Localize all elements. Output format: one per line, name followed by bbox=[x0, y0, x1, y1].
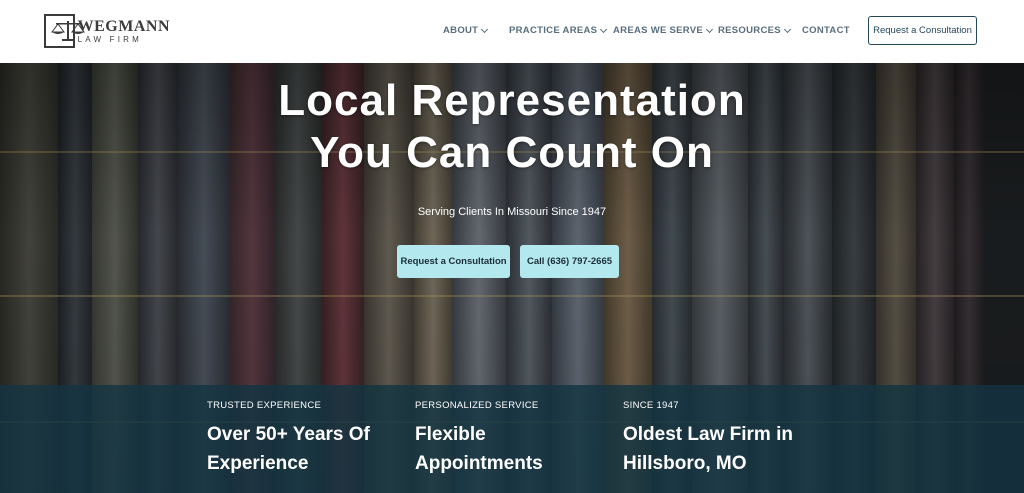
nav-item-practice-areas[interactable]: PRACTICE AREAS bbox=[509, 25, 608, 36]
feature-heading-line: Hillsboro, MO bbox=[623, 453, 747, 474]
nav-item-resources[interactable]: RESOURCES bbox=[718, 25, 791, 36]
feature-heading-line: Oldest Law Firm in bbox=[623, 424, 793, 445]
nav-item-areas-we-serve[interactable]: AREAS WE SERVE bbox=[613, 25, 714, 36]
site-header: WEGMANN LAW FIRM ABOUT PRACTICE AREAS AR… bbox=[0, 0, 1024, 63]
feature-since-1947: SINCE 1947 Oldest Law Firm in Hillsboro,… bbox=[623, 400, 813, 478]
hero-section: Local Representation You Can Count On Se… bbox=[0, 63, 1024, 493]
nav-item-contact[interactable]: CONTACT bbox=[802, 25, 850, 36]
feature-label: SINCE 1947 bbox=[623, 400, 679, 411]
logo-subtitle: LAW FIRM bbox=[77, 34, 143, 44]
hero-title: Local Representation You Can Count On bbox=[0, 75, 1024, 179]
request-consultation-button[interactable]: Request a Consultation bbox=[868, 16, 977, 45]
chevron-down-icon bbox=[706, 25, 714, 33]
chevron-down-icon bbox=[783, 25, 791, 33]
features-band: TRUSTED EXPERIENCE Over 50+ Years Of Exp… bbox=[0, 385, 1024, 493]
feature-heading: Flexible Appointments bbox=[415, 420, 605, 478]
nav-item-label: RESOURCES bbox=[718, 25, 781, 36]
feature-personalized-service: PERSONALIZED SERVICE Flexible Appointmen… bbox=[415, 400, 605, 478]
logo-name: WEGMANN bbox=[77, 17, 170, 35]
hero-title-line: Local Representation bbox=[278, 76, 746, 125]
feature-heading-line: Appointments bbox=[415, 453, 543, 474]
call-phone-button[interactable]: Call (636) 797-2665 bbox=[520, 245, 619, 278]
feature-heading-line: Experience bbox=[207, 453, 309, 474]
feature-label: PERSONALIZED SERVICE bbox=[415, 400, 539, 411]
nav-item-label: AREAS WE SERVE bbox=[613, 25, 704, 36]
nav-item-label: PRACTICE AREAS bbox=[509, 25, 598, 36]
feature-heading: Over 50+ Years Of Experience bbox=[207, 420, 397, 478]
nav-item-about[interactable]: ABOUT bbox=[443, 25, 489, 36]
hero-subtitle: Serving Clients In Missouri Since 1947 bbox=[417, 206, 607, 218]
feature-trusted-experience: TRUSTED EXPERIENCE Over 50+ Years Of Exp… bbox=[207, 400, 397, 478]
feature-heading-line: Over 50+ Years Of bbox=[207, 424, 370, 445]
chevron-down-icon bbox=[600, 25, 608, 33]
feature-heading: Oldest Law Firm in Hillsboro, MO bbox=[623, 420, 813, 478]
feature-label: TRUSTED EXPERIENCE bbox=[207, 400, 322, 411]
scales-of-justice-icon bbox=[44, 14, 85, 48]
logo[interactable]: WEGMANN LAW FIRM bbox=[44, 14, 170, 48]
hero-request-consultation-button[interactable]: Request a Consultation bbox=[397, 245, 510, 278]
chevron-down-icon bbox=[481, 25, 489, 33]
feature-heading-line: Flexible bbox=[415, 424, 486, 445]
nav-item-label: ABOUT bbox=[443, 25, 479, 36]
nav-item-label: CONTACT bbox=[802, 25, 850, 36]
hero-title-line: You Can Count On bbox=[310, 128, 714, 177]
